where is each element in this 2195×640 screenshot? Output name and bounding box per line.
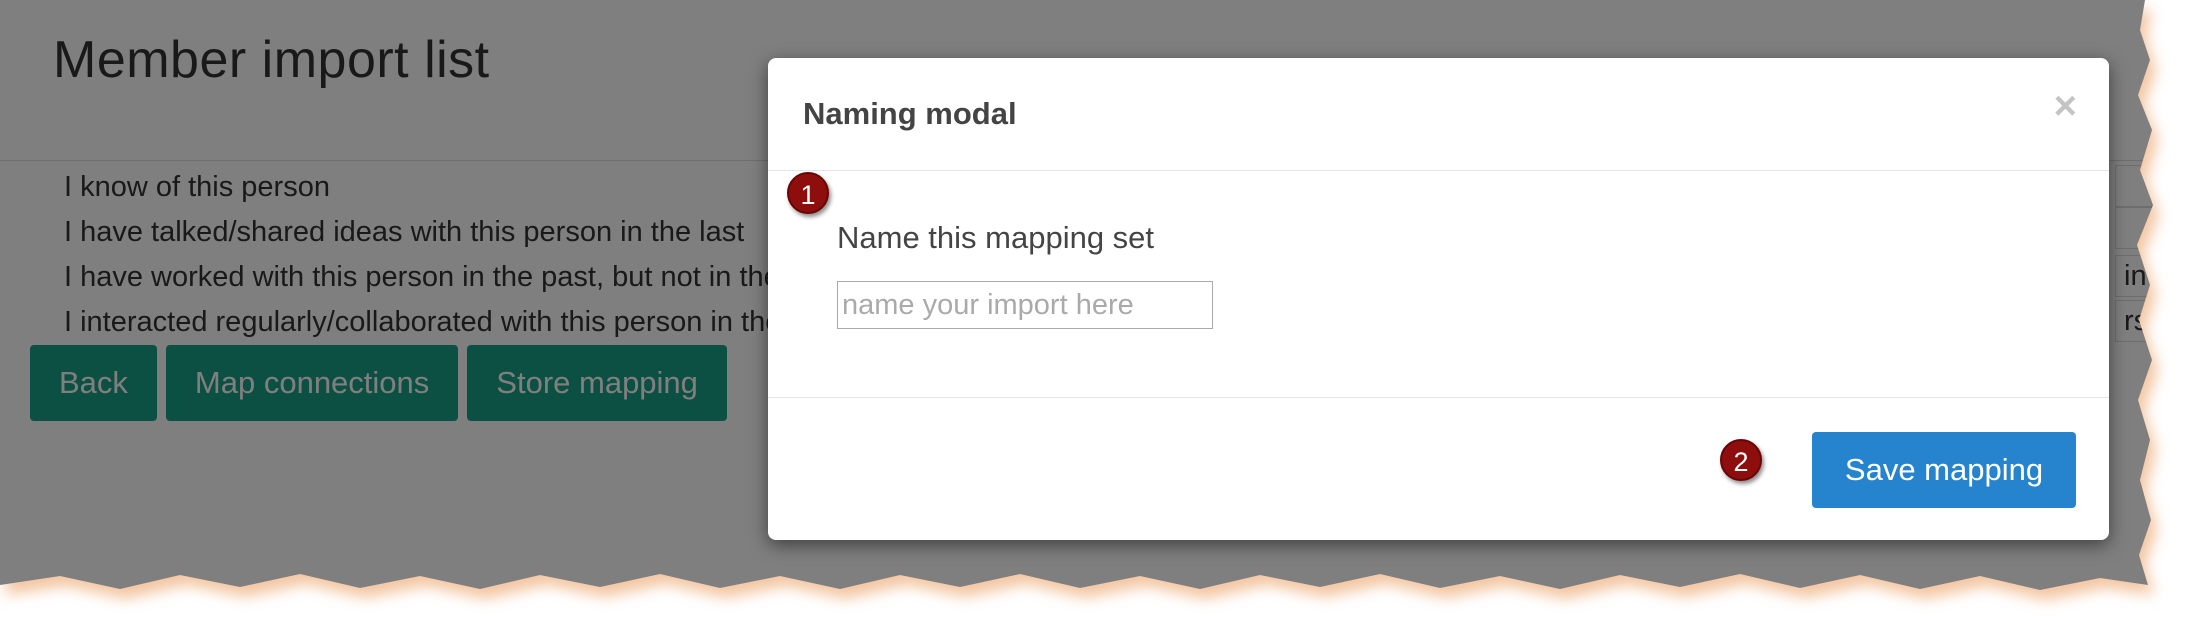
close-icon[interactable]: × <box>2054 86 2077 126</box>
modal-title: Naming modal <box>803 96 1017 131</box>
save-mapping-button[interactable]: Save mapping <box>1812 432 2076 508</box>
modal-header: Naming modal × <box>768 58 2109 171</box>
step-badge-1: 1 <box>787 172 829 214</box>
mapping-name-label: Name this mapping set <box>837 220 1155 255</box>
modal-footer-divider <box>768 397 2109 398</box>
mapping-name-input[interactable] <box>837 281 1213 329</box>
naming-modal: Naming modal × Name this mapping set Sav… <box>768 58 2109 540</box>
screenshot-frame: Member import list I know of this person… <box>0 0 2153 590</box>
step-badge-2: 2 <box>1720 439 1762 481</box>
